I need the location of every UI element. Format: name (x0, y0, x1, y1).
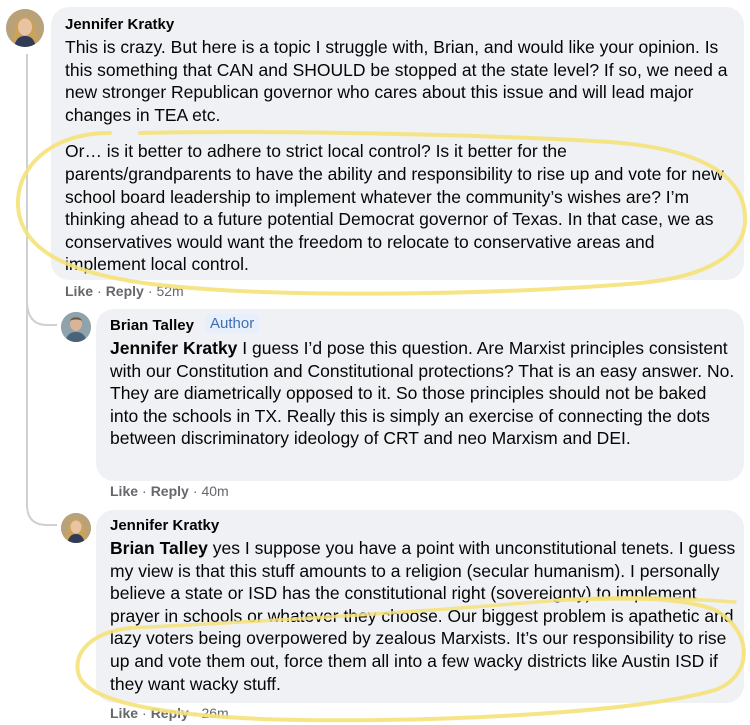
mention-link[interactable]: Jennifer Kratky (110, 338, 237, 358)
comment-text: Jennifer Kratky I guess I’d pose this qu… (110, 337, 738, 450)
avatar-jennifer-icon (6, 9, 44, 47)
reply-button[interactable]: Reply (151, 705, 189, 721)
reply-button[interactable]: Reply (151, 483, 189, 499)
avatar-brian-icon (61, 312, 91, 342)
like-button[interactable]: Like (110, 483, 138, 499)
avatar-jennifer-icon (61, 513, 91, 543)
reply-button[interactable]: Reply (106, 283, 144, 299)
comment-paragraph: This is crazy. But here is a topic I str… (65, 37, 728, 125)
comment-body: yes I suppose you have a point with unco… (110, 538, 736, 694)
comment-timestamp[interactable]: 40m (201, 483, 228, 499)
like-button[interactable]: Like (110, 705, 138, 721)
author-badge: Author (205, 314, 260, 333)
avatar[interactable] (61, 312, 91, 342)
comment-text: This is crazy. But here is a topic I str… (65, 36, 737, 276)
mention-link[interactable]: Brian Talley (110, 538, 208, 558)
avatar[interactable] (6, 9, 44, 47)
comment-timestamp[interactable]: 26m (201, 705, 228, 721)
comment-author[interactable]: Jennifer Kratky (65, 16, 174, 33)
comment-paragraph: Or… is it better to adhere to strict loc… (65, 141, 724, 275)
comment-actions: Like · Reply · 52m (65, 283, 184, 299)
avatar[interactable] (61, 513, 91, 543)
comment-author[interactable]: Jennifer Kratky (110, 517, 219, 534)
like-button[interactable]: Like (65, 283, 93, 299)
comment-actions: Like · Reply · 26m (110, 705, 229, 721)
comment-author[interactable]: Brian Talley (110, 317, 194, 334)
comment-text: Brian Talley yes I suppose you have a po… (110, 537, 738, 695)
comment-actions: Like · Reply · 40m (110, 483, 229, 499)
comment-timestamp[interactable]: 52m (156, 283, 183, 299)
